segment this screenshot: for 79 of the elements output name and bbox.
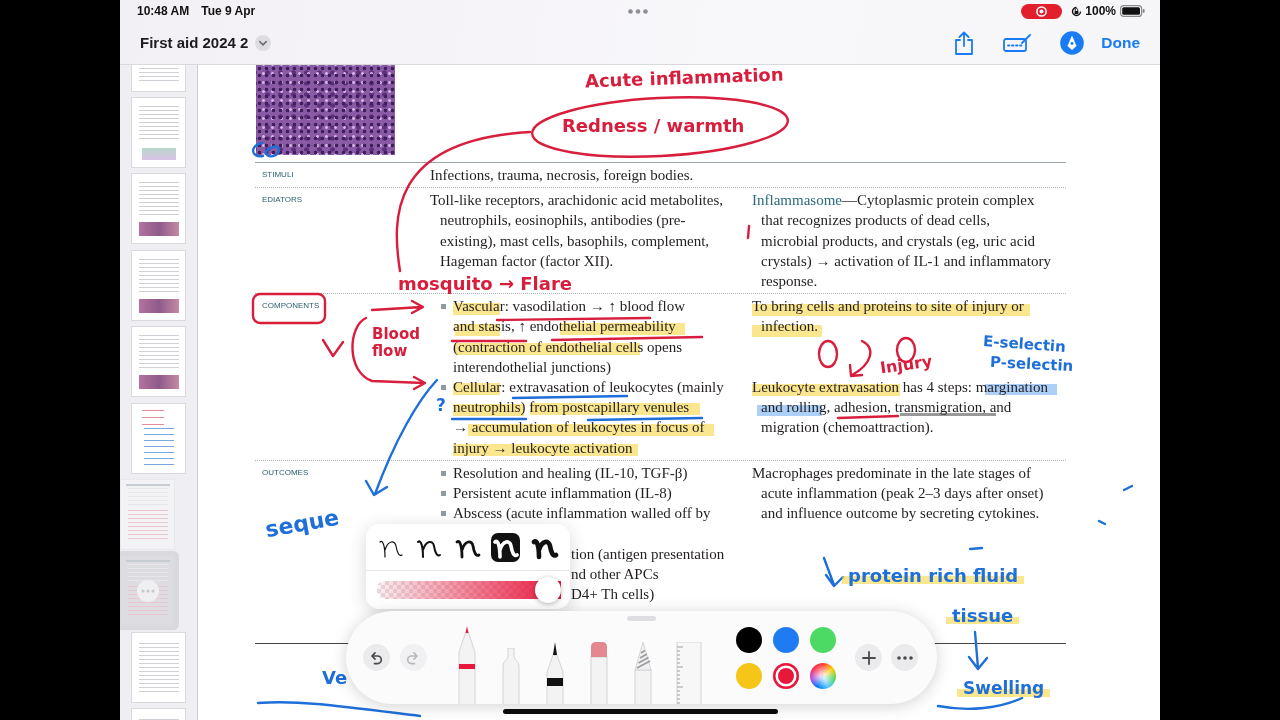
title-button[interactable]: First aid 2024 2: [140, 34, 272, 52]
handwritten-note: Ve: [322, 668, 348, 689]
handwritten-note: tissue: [946, 606, 1020, 627]
status-date: Tue 9 Apr: [201, 3, 256, 20]
color-swatch-icon[interactable]: [735, 662, 762, 689]
page-thumbnail[interactable]: [131, 249, 186, 321]
color-wheel-icon[interactable]: [809, 662, 836, 689]
ink-mark: [968, 546, 984, 551]
handwritten-note: P-selectin: [989, 353, 1074, 376]
handwritten-note: seque: [263, 504, 341, 543]
status-time: 10:48 AM: [137, 3, 190, 20]
ink-arrow: [822, 556, 845, 588]
fountain-pen-icon[interactable]: [543, 642, 566, 704]
color-swatch-icon[interactable]: [772, 662, 799, 689]
ellipsis-icon[interactable]: [896, 655, 913, 660]
handwritten-note: ?: [436, 396, 446, 416]
handwritten-note: Injury: [879, 352, 934, 378]
row-label: STIMULI: [262, 169, 294, 181]
page-thumbnail[interactable]: [120, 555, 175, 627]
page-thumbnail[interactable]: [131, 631, 186, 703]
page-thumbnail[interactable]: [131, 326, 186, 398]
page-thumbnail[interactable]: [131, 97, 186, 168]
ink-arrow: [967, 630, 989, 671]
ink-mark: [746, 224, 751, 240]
redo-icon: [406, 650, 420, 665]
color-swatch-icon[interactable]: [809, 626, 836, 653]
bullet-icon: [441, 304, 446, 310]
bullet-text: Abscess (acute inflammation walled off by: [453, 504, 711, 524]
page-thumbnail[interactable]: [131, 402, 186, 474]
drag-handle[interactable]: [627, 616, 656, 621]
ink-arrow: [848, 339, 872, 378]
table-text: Toll-like receptors, arachidonic acid metabolites, neutrophils, eosinophils, antibodies (pre- existing), mast cells, basophils, complement, Hageman factor (factor XII).: [430, 191, 724, 271]
share-icon[interactable]: [954, 31, 975, 55]
table-text: Inflammasome—Cytoplasmic protein complex that recognizes products of dead cells, microbial products, and crystals (eg, uric acid crystals) → activation of IL-1 and inflammatory response.: [752, 191, 1052, 291]
ink-mark: [1097, 519, 1107, 526]
more-button[interactable]: [891, 644, 918, 671]
row-label: OUTCOMES: [262, 466, 309, 479]
bullet-icon: [441, 385, 446, 391]
pencil-icon[interactable]: [631, 642, 654, 704]
undo-icon[interactable]: [369, 650, 383, 665]
marker-icon[interactable]: [499, 648, 522, 704]
handwritten-note: Acute inflammation: [584, 64, 784, 93]
chevron-down-icon: [255, 35, 272, 51]
battery-icon: [1120, 5, 1145, 17]
bullet-text: Resolution and healing (IL-10, TGF-β): [453, 463, 688, 483]
undo-button[interactable]: [362, 644, 390, 671]
pen-tip-icon[interactable]: [1060, 31, 1085, 55]
ink-ellipse: [817, 339, 839, 369]
handwritten-note: Blood flow: [372, 326, 420, 361]
color-swatch-icon[interactable]: [735, 626, 762, 653]
handwritten-note: Redness / warmth: [562, 116, 745, 137]
handwritten-note: protein rich fluid: [842, 566, 1025, 587]
keyboard-pen-icon[interactable]: [1003, 33, 1032, 53]
partial-text: tion (antigen presentation nd other APCs D4+ Th cells): [571, 544, 726, 605]
ink-scribble: [251, 141, 280, 158]
bullet-icon: [441, 511, 446, 517]
bullet-icon: [441, 491, 446, 497]
bullet-icon: [441, 470, 446, 476]
stroke-weight-icon[interactable]: [491, 532, 520, 562]
battery-percentage: 100%: [1085, 3, 1116, 20]
color-swatch-icon[interactable]: [772, 626, 799, 653]
add-button[interactable]: [855, 644, 882, 671]
rotation-lock-icon: [1071, 5, 1083, 17]
record-icon: [1021, 3, 1063, 19]
handwritten-note: Swelling: [957, 679, 1051, 699]
ink-mark: [1122, 484, 1134, 492]
table-text: Macrophages predominate in the late stages of acute inflammation (peak 2–3 days after onset) and influence outcome by secreting cytokines.: [752, 463, 1045, 524]
handwritten-note: mosquito → Flare: [398, 274, 572, 295]
row-label: COMPONENTS: [262, 300, 320, 313]
bullet-text: Persistent acute inflammation (IL-8): [453, 484, 672, 504]
eraser-icon[interactable]: [587, 642, 610, 704]
ink-underline: [836, 414, 900, 420]
table-text: Infections, trauma, necrosis, foreign bodies.: [430, 166, 695, 185]
plus-icon[interactable]: [861, 650, 876, 665]
row-label: EDIATORS: [262, 194, 303, 207]
slider-thumb[interactable]: [535, 577, 561, 603]
page-thumbnail[interactable]: [131, 173, 186, 245]
done-button[interactable]: Done: [1101, 31, 1140, 55]
pen-icon[interactable]: [455, 626, 478, 704]
